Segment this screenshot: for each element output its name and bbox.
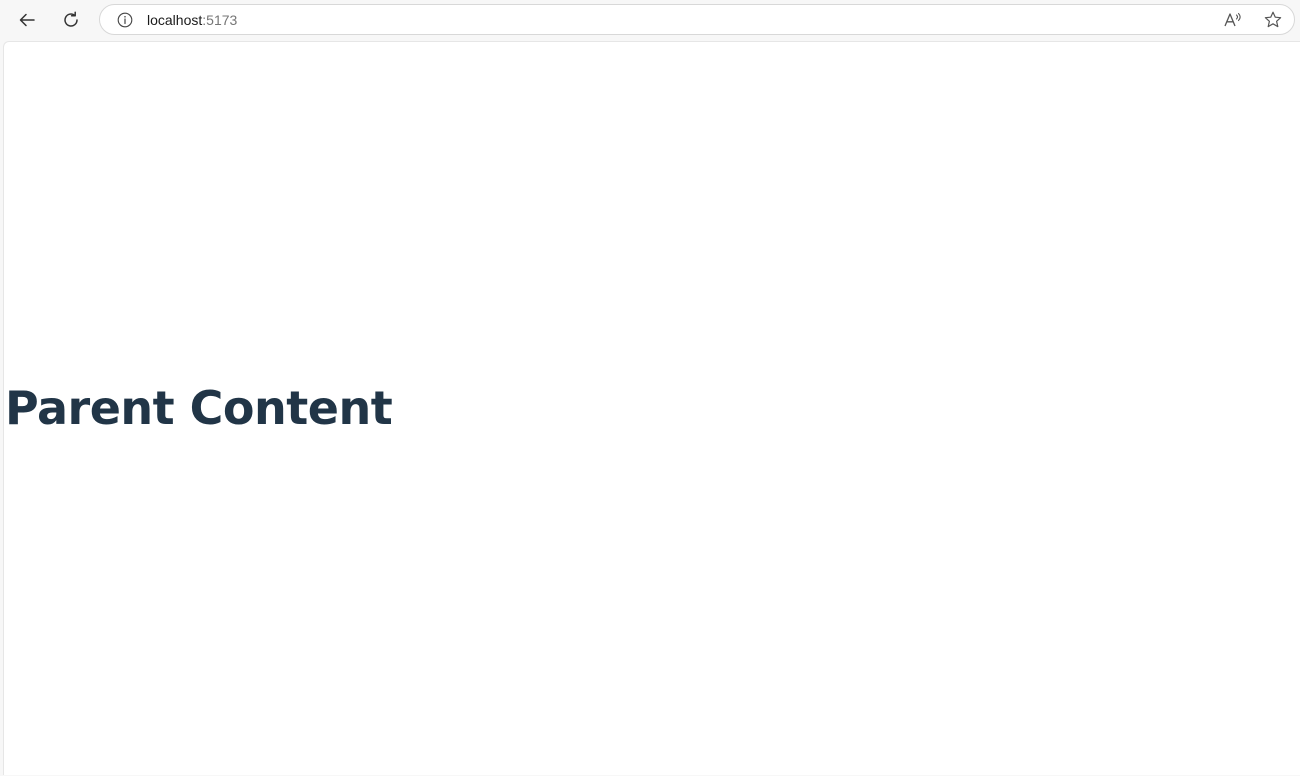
info-icon[interactable] xyxy=(116,11,134,29)
page-heading: Parent Content xyxy=(5,381,393,435)
page-viewport: Parent Content xyxy=(3,41,1300,775)
reload-button[interactable] xyxy=(57,6,85,34)
star-icon[interactable] xyxy=(1262,10,1284,30)
url-text[interactable]: localhost:5173 xyxy=(147,12,237,28)
back-button[interactable] xyxy=(13,6,41,34)
url-host: localhost xyxy=(147,12,203,28)
back-arrow-icon xyxy=(17,10,37,30)
read-aloud-icon[interactable] xyxy=(1222,10,1244,30)
url-port: :5173 xyxy=(202,12,238,28)
browser-toolbar: localhost:5173 xyxy=(0,0,1300,40)
address-bar[interactable]: localhost:5173 xyxy=(99,4,1295,35)
reload-icon xyxy=(61,10,81,30)
